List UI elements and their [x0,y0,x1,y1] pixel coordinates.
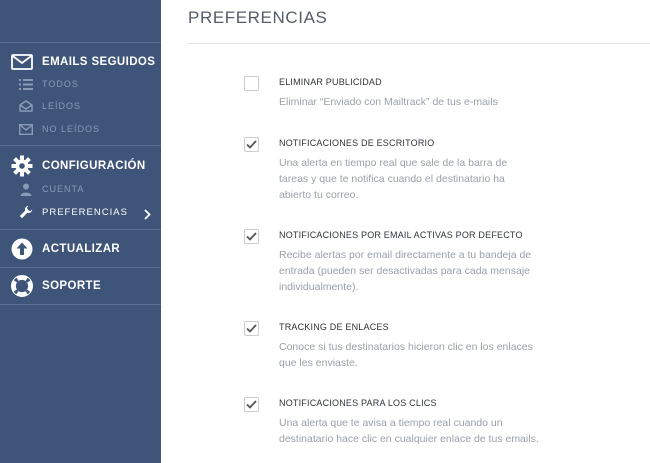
preference-title: TRACKING DE ENLACES [279,322,389,332]
envelope-open-icon [18,99,34,113]
title-divider [188,43,650,44]
page-title: PREFERENCIAS [188,8,328,27]
envelope-icon [10,50,34,74]
sidebar-item-label: PREFERENCIAS [42,206,128,218]
list-icon [18,77,34,91]
sidebar-item-preferencias[interactable]: PREFERENCIAS [18,204,128,220]
checkmark-icon [246,320,257,338]
sidebar-item-label: NO LEÍDOS [42,124,101,134]
sidebar-item-label: TODOS [42,79,79,89]
preference-description: Una alerta en tiempo real que sale de la… [279,157,508,201]
sidebar-item-label: CONFIGURACIÓN [42,160,146,172]
preference-title: NOTIFICACIONES POR EMAIL ACTIVAS POR DEF… [279,230,523,240]
sidebar-item-no-leidos[interactable]: NO LEÍDOS [18,121,100,137]
sidebar-item-actualizar[interactable]: ACTUALIZAR [10,237,120,261]
sidebar-item-leidos[interactable]: LEÍDOS [18,98,81,114]
sidebar-item-label: CUENTA [42,184,85,194]
sidebar-divider [0,229,161,230]
preference-description: Eliminar “Enviado con Mailtrack” de tus … [279,96,498,108]
sidebar-divider [0,304,161,305]
preference-title: ELIMINAR PUBLICIDAD [279,77,382,87]
checkmark-icon [246,228,257,246]
preference-title: NOTIFICACIONES DE ESCRITORIO [279,138,435,148]
preference-checkbox[interactable] [244,229,259,244]
sidebar-item-emails-seguidos[interactable]: EMAILS SEGUIDOS [10,50,155,74]
sidebar-item-todos[interactable]: TODOS [18,76,79,92]
gear-icon [10,154,34,178]
sidebar-item-soporte[interactable]: SOPORTE [10,274,101,298]
preference-checkbox[interactable] [244,76,259,91]
preference-title: NOTIFICACIONES PARA LOS CLICS [279,398,437,408]
sidebar-item-label: LEÍDOS [42,101,82,111]
checkmark-icon [246,396,257,414]
preference-checkbox[interactable] [244,397,259,412]
chevron-right-icon [144,207,151,225]
lifebuoy-icon [10,274,34,298]
sidebar-item-label: ACTUALIZAR [42,243,121,255]
sidebar-item-configuracion[interactable]: CONFIGURACIÓN [10,154,146,178]
sidebar-divider [0,145,161,146]
sidebar-item-cuenta[interactable]: CUENTA [18,181,84,197]
wrench-icon [18,205,34,219]
envelope-icon [18,122,34,136]
checkmark-icon [246,136,257,154]
preference-checkbox[interactable] [244,137,259,152]
sidebar: EMAILS SEGUIDOS TODOS LEÍDOS NO LEÍDOS C… [0,0,161,463]
user-icon [18,182,34,196]
preference-description: Conoce si tus destinatarios hicieron cli… [279,341,533,369]
sidebar-item-label: SOPORTE [42,280,102,292]
preference-description: Una alerta que te avisa a tiempo real cu… [279,417,539,445]
arrow-up-circle-icon [10,237,34,261]
sidebar-item-label: EMAILS SEGUIDOS [42,56,156,68]
preference-description: Recibe alertas por email directamente a … [279,249,532,293]
preference-checkbox[interactable] [244,321,259,336]
sidebar-divider [0,42,161,43]
sidebar-divider [0,267,161,268]
